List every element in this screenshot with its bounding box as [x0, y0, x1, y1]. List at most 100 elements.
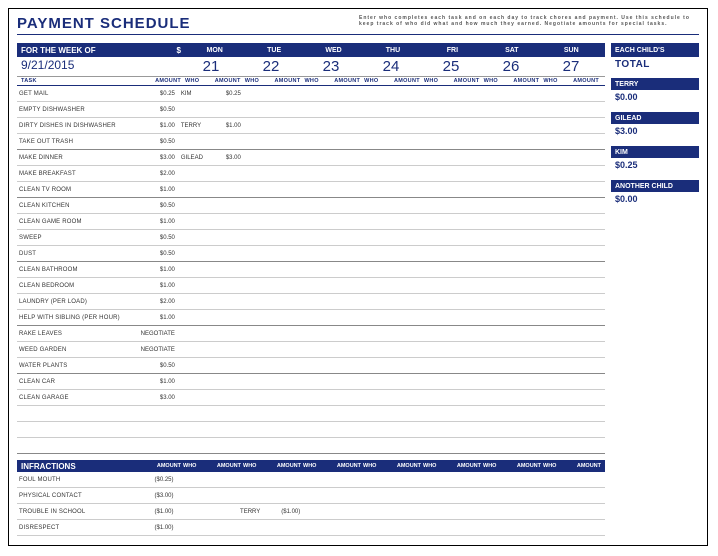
cell-who[interactable] — [364, 214, 393, 230]
cell-amount[interactable] — [332, 488, 363, 504]
cell-amount[interactable] — [453, 102, 484, 118]
cell-amount[interactable] — [332, 118, 363, 134]
cell-who[interactable] — [178, 520, 207, 536]
cell-amount[interactable] — [210, 246, 243, 262]
cell-who[interactable] — [303, 294, 332, 310]
cell-amount[interactable] — [453, 86, 484, 102]
cell-who[interactable] — [243, 422, 272, 438]
cell-amount[interactable] — [393, 214, 424, 230]
cell-who[interactable] — [363, 488, 392, 504]
cell-amount[interactable] — [574, 214, 605, 230]
task-amount[interactable] — [133, 438, 178, 454]
cell-amount[interactable] — [574, 294, 605, 310]
cell-amount[interactable] — [453, 374, 484, 390]
cell-amount[interactable] — [332, 262, 363, 278]
cell-amount[interactable] — [574, 342, 605, 358]
cell-amount[interactable] — [513, 310, 544, 326]
cell-who[interactable] — [303, 166, 332, 182]
cell-who[interactable] — [243, 294, 272, 310]
cell-amount[interactable] — [207, 504, 238, 520]
task-name[interactable]: GET MAIL — [17, 86, 133, 102]
cell-who[interactable] — [364, 438, 393, 454]
cell-amount[interactable] — [513, 214, 544, 230]
cell-amount[interactable] — [393, 422, 424, 438]
cell-amount[interactable] — [272, 326, 303, 342]
cell-amount[interactable] — [332, 86, 363, 102]
cell-who[interactable] — [424, 294, 453, 310]
task-name[interactable] — [17, 438, 133, 454]
cell-amount[interactable] — [453, 230, 484, 246]
cell-who[interactable] — [484, 294, 513, 310]
cell-who[interactable] — [424, 374, 453, 390]
cell-who[interactable] — [303, 198, 332, 214]
cell-who[interactable] — [484, 118, 513, 134]
cell-amount[interactable] — [453, 520, 484, 536]
cell-who[interactable] — [178, 504, 207, 520]
cell-who[interactable] — [303, 374, 332, 390]
cell-amount[interactable] — [393, 150, 424, 166]
cell-amount[interactable] — [574, 504, 605, 520]
task-name[interactable]: MAKE BREAKFAST — [17, 166, 133, 182]
cell-amount[interactable] — [210, 342, 243, 358]
cell-who[interactable] — [243, 182, 272, 198]
cell-who[interactable] — [484, 166, 513, 182]
cell-who[interactable] — [303, 246, 332, 262]
cell-who[interactable] — [364, 102, 393, 118]
task-name[interactable]: HELP WITH SIBLING (PER HOUR) — [17, 310, 133, 326]
cell-amount[interactable] — [574, 246, 605, 262]
cell-who[interactable] — [424, 326, 453, 342]
cell-who[interactable] — [484, 150, 513, 166]
cell-amount[interactable] — [210, 422, 243, 438]
cell-who[interactable]: GILEAD — [179, 150, 210, 166]
cell-who[interactable] — [303, 230, 332, 246]
cell-who[interactable] — [243, 390, 272, 406]
cell-who[interactable] — [179, 198, 210, 214]
cell-amount[interactable] — [393, 310, 424, 326]
cell-who[interactable] — [424, 166, 453, 182]
cell-who[interactable] — [243, 166, 272, 182]
cell-amount[interactable] — [210, 438, 243, 454]
cell-amount[interactable] — [210, 166, 243, 182]
cell-who[interactable] — [179, 182, 210, 198]
cell-who[interactable] — [424, 278, 453, 294]
cell-who[interactable] — [303, 86, 332, 102]
cell-who[interactable] — [303, 358, 332, 374]
cell-who[interactable] — [243, 326, 272, 342]
cell-who[interactable] — [424, 438, 453, 454]
cell-amount[interactable] — [332, 536, 363, 547]
cell-who[interactable] — [424, 406, 453, 422]
cell-amount[interactable] — [210, 310, 243, 326]
cell-amount[interactable] — [393, 86, 424, 102]
cell-who[interactable] — [364, 422, 393, 438]
cell-who[interactable] — [303, 390, 332, 406]
cell-who[interactable] — [303, 214, 332, 230]
cell-who[interactable] — [243, 214, 272, 230]
cell-amount[interactable] — [272, 342, 303, 358]
cell-who[interactable] — [238, 472, 269, 488]
cell-amount[interactable] — [393, 358, 424, 374]
cell-who[interactable] — [484, 326, 513, 342]
task-amount[interactable]: $1.00 — [133, 278, 178, 294]
cell-amount[interactable] — [513, 374, 544, 390]
cell-who[interactable] — [545, 198, 574, 214]
cell-who[interactable] — [545, 438, 574, 454]
cell-who[interactable] — [484, 472, 513, 488]
cell-who[interactable] — [303, 422, 332, 438]
cell-amount[interactable] — [453, 342, 484, 358]
cell-amount[interactable] — [393, 278, 424, 294]
cell-amount[interactable] — [453, 406, 484, 422]
task-name[interactable] — [17, 406, 133, 422]
task-amount[interactable]: $1.00 — [133, 374, 178, 390]
cell-who[interactable] — [303, 102, 332, 118]
task-name[interactable]: WATER PLANTS — [17, 358, 133, 374]
cell-who[interactable] — [364, 134, 393, 150]
cell-who[interactable] — [424, 230, 453, 246]
cell-who[interactable] — [303, 326, 332, 342]
cell-amount[interactable] — [210, 134, 243, 150]
task-amount[interactable]: ($1.00) — [134, 520, 178, 536]
cell-who[interactable] — [545, 294, 574, 310]
task-amount[interactable]: $0.25 — [133, 86, 178, 102]
cell-who[interactable] — [484, 198, 513, 214]
cell-who[interactable] — [179, 326, 210, 342]
cell-who[interactable] — [303, 406, 332, 422]
